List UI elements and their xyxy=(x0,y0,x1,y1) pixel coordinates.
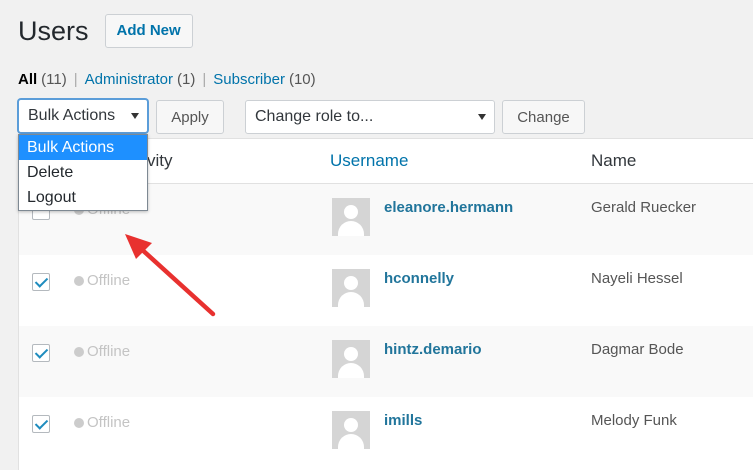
add-new-button[interactable]: Add New xyxy=(104,14,193,48)
status-dot-icon xyxy=(74,417,84,428)
row-checkbox[interactable] xyxy=(32,415,50,433)
bulk-actions-selected-value: Bulk Actions xyxy=(28,107,116,124)
user-full-name: Nayeli Hessel xyxy=(591,270,683,287)
change-button[interactable]: Change xyxy=(502,100,585,134)
avatar-body xyxy=(338,292,364,307)
username-link[interactable]: hconnelly xyxy=(384,270,454,287)
filter-all-count: (11) xyxy=(41,71,67,88)
row-checkbox[interactable] xyxy=(32,344,50,362)
change-role-select[interactable]: Change role to... xyxy=(245,100,495,134)
avatar-body xyxy=(338,363,364,378)
table-row: Offline imills Melody Funk xyxy=(19,397,753,468)
column-activity[interactable]: vity xyxy=(147,151,173,171)
status-text: Offline xyxy=(87,272,131,289)
status-dot-icon xyxy=(74,275,84,286)
column-name[interactable]: Name xyxy=(591,151,636,171)
chevron-down-icon xyxy=(131,113,139,119)
row-checkbox[interactable] xyxy=(32,273,50,291)
filter-subscriber-count: (10) xyxy=(288,71,316,88)
dropdown-option-delete[interactable]: Delete xyxy=(19,160,147,185)
avatar-head xyxy=(344,347,358,361)
avatar xyxy=(332,198,370,236)
status-text: Offline xyxy=(87,414,131,431)
table-row: Offline hintz.demario Dagmar Bode xyxy=(19,326,753,397)
username-link[interactable]: eleanore.hermann xyxy=(384,199,513,216)
avatar xyxy=(332,340,370,378)
avatar-head xyxy=(344,205,358,219)
user-full-name: Melody Funk xyxy=(591,412,677,429)
bulk-actions-dropdown: Bulk Actions Delete Logout xyxy=(18,134,148,211)
avatar-body xyxy=(338,434,364,449)
bulk-actions-select[interactable]: Bulk Actions xyxy=(18,99,148,133)
filter-subscriber[interactable]: Subscriber xyxy=(213,71,285,88)
filter-administrator[interactable]: Administrator xyxy=(85,71,173,88)
user-full-name: Gerald Ruecker xyxy=(591,199,697,216)
status-text: Offline xyxy=(87,343,131,360)
status-indicator: Offline xyxy=(74,272,130,289)
apply-button[interactable]: Apply xyxy=(156,100,224,134)
filter-separator: | xyxy=(73,71,78,88)
table-row: Offline hconnelly Nayeli Hessel xyxy=(19,255,753,326)
dropdown-option-bulk-actions[interactable]: Bulk Actions xyxy=(19,135,147,160)
page-header: Users Add New xyxy=(18,14,193,48)
avatar-body xyxy=(338,221,364,236)
chevron-down-icon xyxy=(478,114,486,120)
status-dot-icon xyxy=(74,346,84,357)
role-filter-links: All (11) | Administrator (1) | Subscribe… xyxy=(18,71,316,88)
avatar-head xyxy=(344,276,358,290)
user-full-name: Dagmar Bode xyxy=(591,341,684,358)
avatar xyxy=(332,269,370,307)
username-link[interactable]: hintz.demario xyxy=(384,341,482,358)
username-link[interactable]: imills xyxy=(384,412,422,429)
page-title: Users xyxy=(18,16,89,46)
status-indicator: Offline xyxy=(74,343,130,360)
avatar xyxy=(332,411,370,449)
status-indicator: Offline xyxy=(74,414,130,431)
column-username[interactable]: Username xyxy=(330,151,408,171)
filter-all[interactable]: All xyxy=(18,71,37,88)
change-role-selected-value: Change role to... xyxy=(255,108,374,125)
filter-administrator-count: (1) xyxy=(177,71,196,88)
filter-separator: | xyxy=(202,71,207,88)
avatar-head xyxy=(344,418,358,432)
dropdown-option-logout[interactable]: Logout xyxy=(19,185,147,210)
